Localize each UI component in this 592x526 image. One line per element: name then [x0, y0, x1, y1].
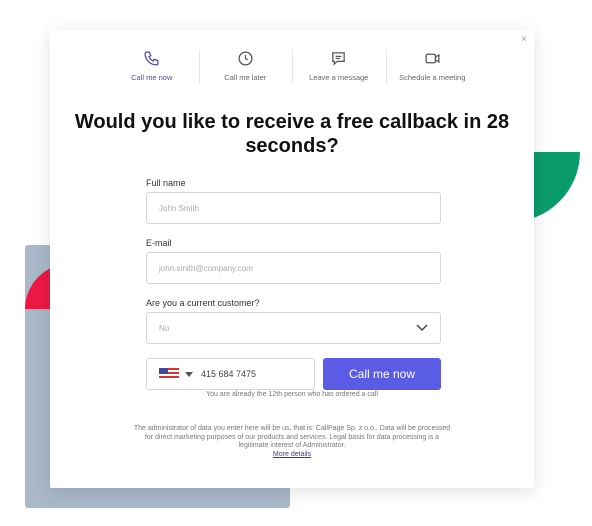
- caret-down-icon[interactable]: [185, 371, 193, 377]
- legal-notice: The administrator of data you enter here…: [132, 425, 452, 459]
- tab-label: Leave a message: [309, 73, 369, 82]
- tab-leave-a-message[interactable]: Leave a message: [292, 50, 386, 84]
- email-input[interactable]: john.smith@company.com: [146, 252, 441, 284]
- customer-value: No: [159, 323, 170, 333]
- tab-call-me-now[interactable]: Call me now: [105, 50, 199, 82]
- tab-label: Schedule a meeting: [399, 73, 466, 82]
- tab-schedule-a-meeting[interactable]: Schedule a meeting: [385, 50, 480, 84]
- queue-info: You are already the 12th person who has …: [206, 391, 378, 398]
- call-me-now-button[interactable]: Call me now: [323, 358, 441, 390]
- tab-bar: Call me now Call me later Leave a messag…: [105, 50, 480, 84]
- email-placeholder: john.smith@company.com: [159, 263, 253, 273]
- us-flag-icon[interactable]: [159, 368, 179, 380]
- full-name-input[interactable]: John Smith: [146, 192, 441, 224]
- phone-value: 415 684 7475: [201, 369, 257, 379]
- callback-widget: × Call me now Call me later Leave a mess…: [50, 30, 534, 488]
- customer-select[interactable]: No: [146, 312, 441, 344]
- tab-label: Call me now: [131, 73, 173, 82]
- close-button[interactable]: ×: [521, 34, 527, 45]
- message-icon: [332, 52, 346, 66]
- customer-label: Are you a current customer?: [146, 298, 260, 308]
- more-details-link[interactable]: More details: [132, 451, 452, 460]
- page-title: Would you like to receive a free callbac…: [74, 111, 510, 157]
- legal-text: The administrator of data you enter here…: [133, 425, 451, 449]
- phone-input[interactable]: 415 684 7475: [146, 358, 315, 390]
- tab-call-me-later[interactable]: Call me later: [198, 50, 293, 84]
- full-name-placeholder: John Smith: [159, 203, 200, 213]
- phone-icon: [144, 51, 159, 66]
- full-name-label: Full name: [146, 178, 186, 188]
- tab-label: Call me later: [224, 73, 267, 82]
- clock-icon: [238, 51, 253, 66]
- chevron-down-icon: [416, 324, 428, 332]
- video-icon: [425, 53, 440, 64]
- email-label: E-mail: [146, 238, 172, 248]
- callback-form: Full name John Smith E-mail john.smith@c…: [146, 178, 441, 390]
